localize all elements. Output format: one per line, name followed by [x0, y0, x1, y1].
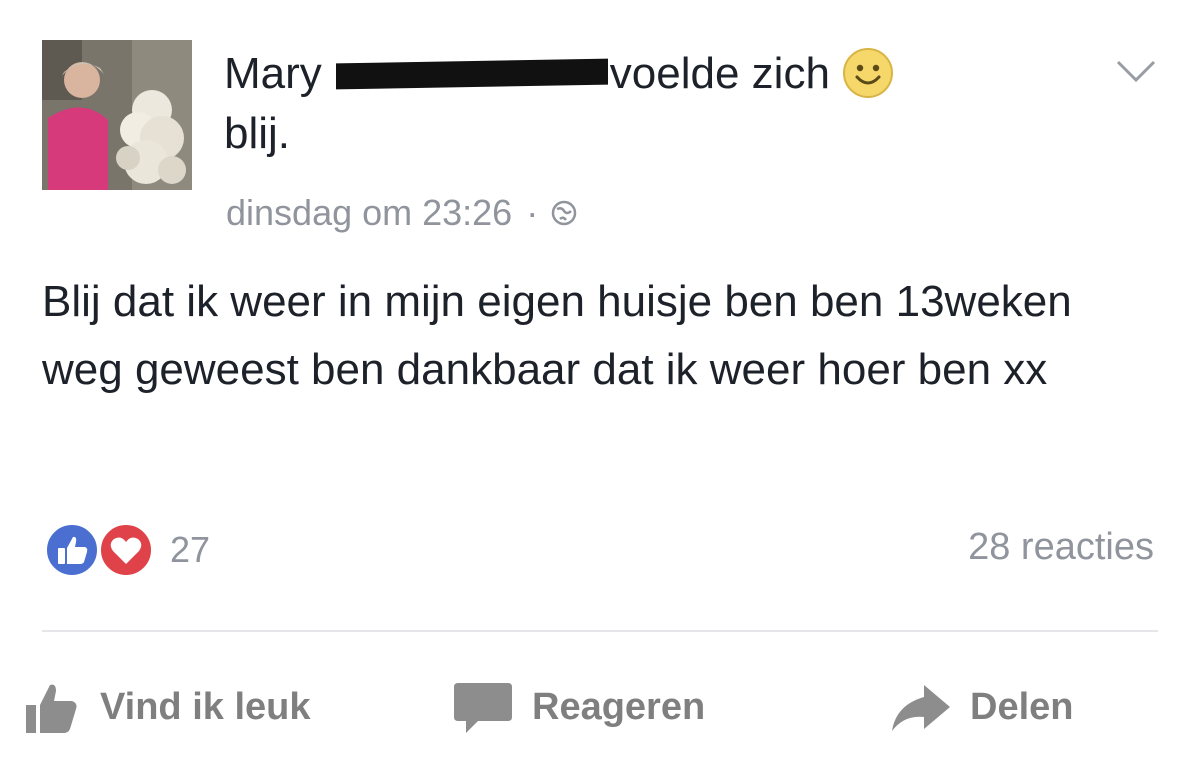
- feeling-text: voelde zich: [609, 49, 830, 98]
- reaction-count[interactable]: 27: [170, 529, 210, 571]
- like-reaction-icon: [43, 521, 101, 579]
- divider: [42, 630, 1158, 632]
- avatar-photo: [42, 40, 192, 190]
- like-button[interactable]: Vind ik leuk: [22, 672, 310, 742]
- share-button[interactable]: Delen: [888, 672, 1073, 742]
- comment-button[interactable]: Reageren: [452, 672, 705, 742]
- thumbs-up-icon: [26, 684, 77, 733]
- author-avatar[interactable]: [42, 40, 192, 190]
- meta-separator: ·: [526, 192, 539, 233]
- facebook-post: Mary voelde zich blij. dinsdag om 23:26 ·…: [0, 0, 1200, 778]
- globe-icon[interactable]: [550, 199, 578, 227]
- chevron-down-icon[interactable]: [1112, 52, 1160, 88]
- feeling-suffix: blij.: [224, 109, 291, 158]
- reactions-summary[interactable]: 27: [42, 518, 210, 582]
- share-label: Delen: [970, 685, 1074, 728]
- post-meta: dinsdag om 23:26 ·: [226, 192, 578, 234]
- love-reaction-icon: [97, 521, 155, 579]
- post-timestamp[interactable]: dinsdag om 23:26: [226, 192, 512, 234]
- post-body: Blij dat ik weer in mijn eigen huisje be…: [42, 277, 1072, 394]
- share-arrow-icon: [892, 685, 950, 731]
- like-label: Vind ik leuk: [100, 685, 311, 728]
- comment-bubble-icon: [454, 683, 512, 733]
- author-name[interactable]: Mary: [224, 49, 322, 98]
- post-header: Mary voelde zich blij.: [224, 44, 1044, 164]
- comment-label: Reageren: [532, 685, 706, 728]
- redacted-surname: [335, 59, 608, 90]
- comments-count[interactable]: 28 reacties: [968, 526, 1154, 569]
- smiley-icon: [842, 48, 893, 99]
